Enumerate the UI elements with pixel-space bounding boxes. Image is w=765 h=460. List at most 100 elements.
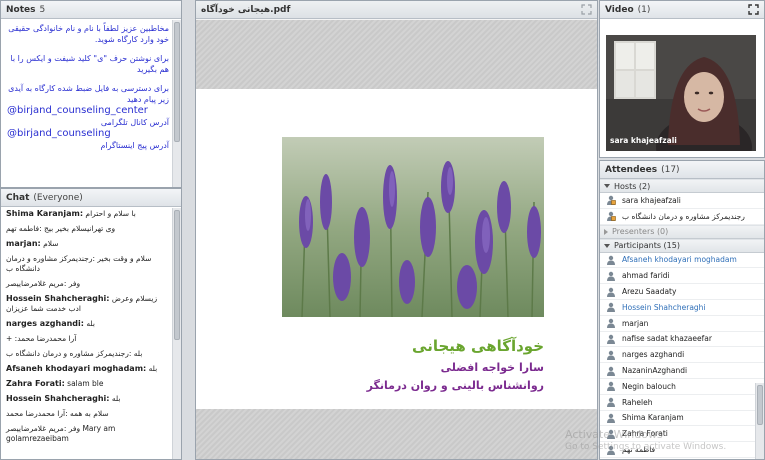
chat-title: Chat bbox=[6, 192, 30, 203]
presenters-group[interactable]: Presenters (0) bbox=[600, 224, 764, 239]
participant-row[interactable]: NazaninAzghandi bbox=[600, 363, 764, 379]
attendee-name: marjan bbox=[622, 318, 649, 328]
notes-header: Notes 5 bbox=[1, 1, 181, 19]
collapse-icon bbox=[604, 184, 610, 188]
host-row[interactable]: sara khajeafzali bbox=[600, 193, 764, 209]
video-count: (1) bbox=[637, 4, 651, 15]
notes-count: 5 bbox=[39, 4, 46, 15]
attendee-name: nafise sadat khazaeefar bbox=[622, 334, 712, 344]
attendee-name: Shima Karanjam bbox=[622, 413, 684, 423]
participant-row[interactable]: ahmad faridi bbox=[600, 268, 764, 285]
person-icon bbox=[607, 334, 615, 344]
participant-row[interactable]: فاطمه تهم bbox=[600, 442, 764, 458]
chat-text: سلام و وقت بخیر :رجندیمرکز مشاوره و درما… bbox=[6, 254, 152, 273]
chat-header: Chat (Everyone) bbox=[1, 189, 181, 207]
participant-row[interactable]: Hossein Shahcheraghi bbox=[600, 300, 764, 316]
chat-message: بله :رجندیمرکز مشاوره و درمان دانشگاه ب bbox=[6, 349, 169, 359]
chat-message: marjan: سلام bbox=[6, 239, 169, 249]
participant-row[interactable]: Negin balouch bbox=[600, 379, 764, 395]
host-row[interactable]: رجندیمرکز مشاوره و درمان دانشگاه ب bbox=[600, 209, 764, 225]
participants-list: Afsaneh khodayari moghadam ahmad faridi Ar… bbox=[600, 253, 764, 458]
chat-scope[interactable]: (Everyone) bbox=[33, 193, 82, 203]
notes-scrollbar[interactable] bbox=[172, 20, 181, 187]
participant-row[interactable]: Shima Karanjam bbox=[600, 411, 764, 427]
attendees-scrollbar[interactable] bbox=[755, 383, 764, 459]
fullscreen-icon[interactable] bbox=[581, 4, 592, 15]
video-pod: Video (1) sara khajeafzali bbox=[599, 0, 765, 158]
chat-text: سلام به همه :آرا محمدرضا محمد bbox=[6, 409, 109, 418]
hosts-label: Hosts (2) bbox=[614, 181, 651, 191]
chat-message: سلام به همه :آرا محمدرضا محمد bbox=[6, 409, 169, 419]
lavender-image bbox=[282, 137, 544, 317]
slide-author: سارا خواجه افضلی bbox=[440, 361, 544, 374]
notes-handle[interactable]: @birjand_counseling_center bbox=[7, 105, 169, 117]
participant-row[interactable]: narges azghandi bbox=[600, 347, 764, 364]
video-header: Video (1) bbox=[600, 1, 764, 19]
chat-text: وفر :مریم غلامرضاییصر Mary am golamrezae… bbox=[6, 424, 116, 443]
chat-message: Afsaneh khodayari moghadam: بله bbox=[6, 364, 169, 374]
notes-line: مخاطبین عزیز لطفاً با نام و نام خانوادگی… bbox=[8, 24, 169, 44]
person-icon bbox=[607, 350, 615, 360]
chat-message: وفر :مریم غلامرضاییصر Mary am golamrezae… bbox=[6, 424, 169, 444]
slide: خودآگاهی هیجانی سارا خواجه افضلی روانشنا… bbox=[196, 89, 597, 409]
participant-row[interactable]: marjan bbox=[600, 316, 764, 332]
notes-line: برای دسترسی به فایل ضبط شده کارگاه به آی… bbox=[8, 84, 169, 104]
participant-row[interactable]: Zahra Forati bbox=[600, 426, 764, 443]
participants-label: Participants (15) bbox=[614, 241, 680, 251]
attendees-header: Attendees (17) bbox=[600, 161, 764, 179]
notes-body: مخاطبین عزیز لطفاً با نام و نام خانوادگی… bbox=[1, 19, 181, 151]
chat-message: سلام و وقت بخیر :رجندیمرکز مشاوره و درما… bbox=[6, 254, 169, 274]
chat-sender: Hossein Shahcheraghi: bbox=[6, 294, 110, 303]
notes-scroll-thumb[interactable] bbox=[174, 22, 180, 142]
notes-pod: Notes 5 مخاطبین عزیز لطفاً با نام و نام … bbox=[0, 0, 182, 188]
attendees-scroll-thumb[interactable] bbox=[757, 385, 763, 425]
chat-scrollbar[interactable] bbox=[172, 208, 181, 459]
chat-messages: Shima Karanjam: با سلام و احترام وی تهران… bbox=[1, 207, 181, 444]
slide-subtitle: روانشناس بالینی و روان درمانگر bbox=[366, 379, 544, 392]
chat-sender: Zahra Forati: bbox=[6, 379, 65, 388]
participant-row[interactable]: nafise sadat khazaeefar bbox=[600, 332, 764, 348]
attendees-count: (17) bbox=[661, 164, 680, 175]
attendee-name: Raheleh bbox=[622, 397, 653, 407]
chat-sender: narges azghandi: bbox=[6, 319, 84, 328]
fullscreen-icon[interactable] bbox=[748, 4, 759, 15]
attendee-name: NazaninAzghandi bbox=[622, 366, 688, 376]
host-icon bbox=[607, 196, 616, 206]
chat-scroll-thumb[interactable] bbox=[174, 210, 180, 340]
person-icon bbox=[607, 429, 615, 439]
chat-pod: Chat (Everyone) Shima Karanjam: با سلام … bbox=[0, 188, 182, 460]
chat-message: وفر :مریم غلامرضاییصر bbox=[6, 279, 169, 289]
participants-group[interactable]: Participants (15) bbox=[600, 238, 764, 253]
attendee-name: Arezu Saadaty bbox=[622, 287, 677, 297]
document-pod: هیجانی خودآگاه.pdf خودآگاهی هیجانی سارا … bbox=[195, 0, 598, 460]
participant-row[interactable]: Afsaneh khodayari moghadam bbox=[600, 253, 764, 269]
attendee-name: فاطمه تهم bbox=[622, 445, 656, 455]
chat-text: salam ble bbox=[67, 379, 104, 388]
webcam-image bbox=[606, 35, 756, 151]
chat-text: بله bbox=[111, 394, 121, 403]
attendee-name: Zahra Forati bbox=[622, 429, 668, 439]
participant-row[interactable]: Arezu Saadaty bbox=[600, 284, 764, 300]
chat-text: بله :رجندیمرکز مشاوره و درمان دانشگاه ب bbox=[6, 349, 143, 358]
attendee-name: narges azghandi bbox=[622, 350, 685, 360]
participant-row[interactable]: Raheleh bbox=[600, 395, 764, 411]
attendee-name: Negin balouch bbox=[622, 381, 676, 391]
person-icon bbox=[607, 255, 615, 265]
chat-sender: Afsaneh khodayari moghadam: bbox=[6, 364, 147, 373]
hosts-group[interactable]: Hosts (2) bbox=[600, 179, 764, 193]
person-icon bbox=[607, 445, 615, 455]
person-icon bbox=[607, 318, 615, 329]
attendee-name: sara khajeafzali bbox=[622, 195, 681, 205]
chat-text: بله bbox=[86, 319, 95, 328]
webcam-name: sara khajeafzali bbox=[610, 136, 677, 145]
chat-sender: Shima Karanjam: bbox=[6, 209, 84, 218]
chat-text: وی تهرانیسلام بخیر بیج :فاطمه تهم bbox=[6, 224, 116, 233]
document-stage: خودآگاهی هیجانی سارا خواجه افضلی روانشنا… bbox=[196, 20, 597, 459]
expand-icon bbox=[604, 228, 608, 235]
notes-handle[interactable]: @birjand_counseling bbox=[7, 128, 169, 140]
collapse-icon bbox=[604, 243, 610, 248]
person-icon bbox=[607, 366, 615, 376]
attendees-title: Attendees bbox=[605, 164, 658, 175]
chat-message: + :آرا محمدرضا محمد bbox=[6, 334, 169, 344]
chat-message: Hossein Shahcheraghi: بله bbox=[6, 394, 169, 404]
